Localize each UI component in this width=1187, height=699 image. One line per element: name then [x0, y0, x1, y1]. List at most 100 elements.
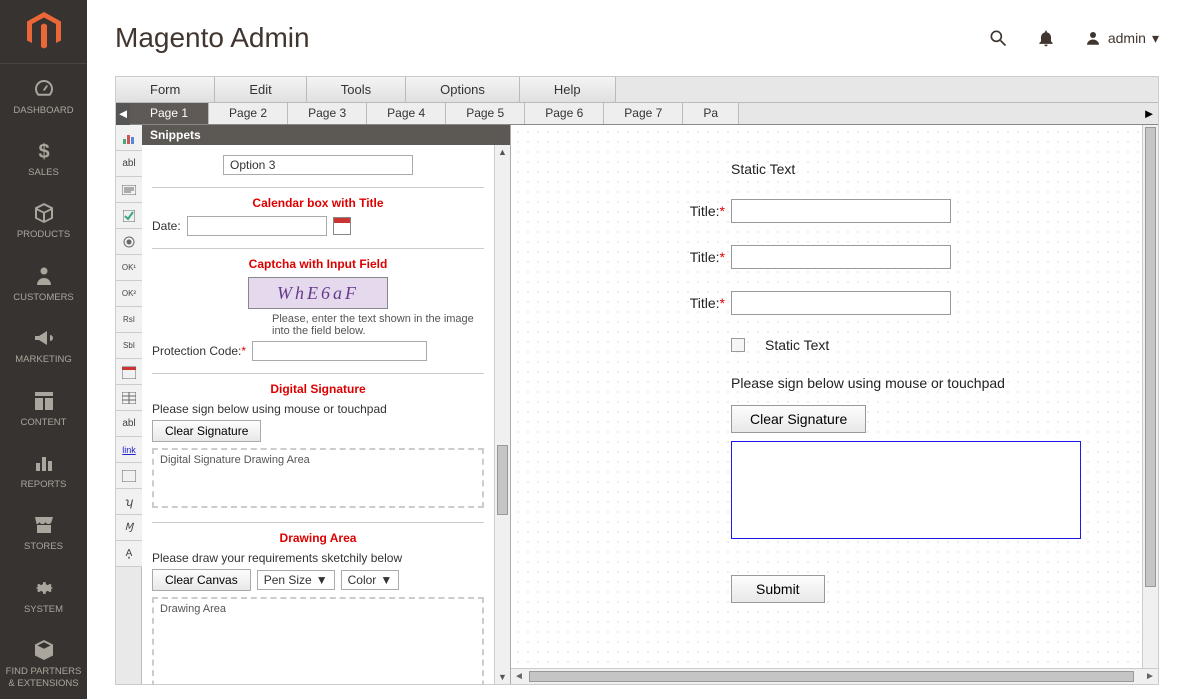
- palette-radio-icon[interactable]: [116, 229, 142, 255]
- nav-sales[interactable]: $ SALES: [0, 126, 87, 188]
- nav-system[interactable]: SYSTEM: [0, 563, 87, 625]
- canvas-horizontal-scrollbar[interactable]: ◄ ►: [511, 668, 1158, 684]
- signature-drawing-area[interactable]: Digital Signature Drawing Area: [152, 448, 484, 508]
- tab-page-7[interactable]: Page 7: [604, 103, 683, 124]
- magento-logo[interactable]: [0, 0, 87, 64]
- search-icon[interactable]: [988, 28, 1008, 48]
- palette-image-icon[interactable]: [116, 463, 142, 489]
- element-palette: abl OK¹ OK² RsI SbI abl: [116, 125, 142, 684]
- palette-checkbox-icon[interactable]: [116, 203, 142, 229]
- nav-stores[interactable]: STORES: [0, 500, 87, 562]
- palette-ac-icon[interactable]: A͓: [116, 541, 142, 567]
- bell-icon[interactable]: [1036, 28, 1056, 48]
- palette-ok2-icon[interactable]: OK²: [116, 281, 142, 307]
- palette-text-area-icon[interactable]: [116, 177, 142, 203]
- scrollbar-thumb[interactable]: [1145, 127, 1156, 587]
- canvas-checkbox[interactable]: [731, 338, 745, 352]
- scrollbar-thumb[interactable]: [497, 445, 508, 515]
- nav-dashboard[interactable]: DASHBOARD: [0, 64, 87, 126]
- snippets-header: Snippets: [142, 125, 510, 145]
- canvas-vertical-scrollbar[interactable]: [1142, 125, 1158, 668]
- scroll-up-icon[interactable]: ▲: [495, 145, 510, 159]
- tab-page-1[interactable]: Page 1: [130, 103, 209, 124]
- tab-page-2[interactable]: Page 2: [209, 103, 288, 124]
- palette-text-abl-icon[interactable]: abl: [116, 151, 142, 177]
- scrollbar-thumb[interactable]: [529, 671, 1134, 682]
- admin-user-menu[interactable]: admin ▾: [1084, 29, 1159, 47]
- form-canvas[interactable]: Static Text Title:* Title:*: [511, 125, 1142, 668]
- menu-edit[interactable]: Edit: [215, 77, 306, 102]
- nav-marketing[interactable]: MARKETING: [0, 313, 87, 375]
- nav-products[interactable]: PRODUCTS: [0, 188, 87, 250]
- scroll-right-icon[interactable]: ►: [1142, 669, 1158, 684]
- snippet-date-input[interactable]: [187, 216, 327, 236]
- tab-page-8[interactable]: Pa: [683, 103, 739, 124]
- palette-table-icon[interactable]: [116, 385, 142, 411]
- menu-help[interactable]: Help: [520, 77, 616, 102]
- snippets-scrollbar[interactable]: ▲ ▼: [494, 145, 510, 684]
- snippet-captcha[interactable]: Captcha with Input Field WhE6aF Please, …: [152, 249, 484, 374]
- builder-tabs: ◄ Page 1 Page 2 Page 3 Page 4 Page 5 Pag…: [116, 103, 1158, 125]
- canvas-signature-area[interactable]: [731, 441, 1081, 539]
- snippet-date-label: Date:: [152, 219, 181, 233]
- clear-signature-button[interactable]: Clear Signature: [152, 420, 261, 442]
- calendar-icon[interactable]: [333, 217, 351, 235]
- canvas-submit-button[interactable]: Submit: [731, 575, 825, 603]
- canvas-title-label[interactable]: Title:*: [603, 295, 731, 311]
- canvas-title-input-1[interactable]: [731, 199, 951, 223]
- nav-content[interactable]: CONTENT: [0, 376, 87, 438]
- clear-canvas-button[interactable]: Clear Canvas: [152, 569, 251, 591]
- canvas-static-text[interactable]: Static Text: [731, 161, 795, 177]
- captcha-image: WhE6aF: [248, 277, 388, 309]
- menu-tools[interactable]: Tools: [307, 77, 406, 102]
- palette-drawing-icon[interactable]: Ɱ: [116, 515, 142, 541]
- snippet-drawing[interactable]: Drawing Area Please draw your requiremen…: [152, 523, 484, 684]
- tab-scroll-right[interactable]: ►: [1140, 103, 1158, 125]
- canvas-title-input-3[interactable]: [731, 291, 951, 315]
- palette-calendar-icon[interactable]: [116, 359, 142, 385]
- tab-page-4[interactable]: Page 4: [367, 103, 446, 124]
- tab-page-5[interactable]: Page 5: [446, 103, 525, 124]
- builder-menubar: Form Edit Tools Options Help: [116, 77, 1158, 103]
- nav-customers[interactable]: CUSTOMERS: [0, 251, 87, 313]
- snippet-option-select[interactable]: Option 3: [223, 155, 413, 175]
- palette-sbl-icon[interactable]: SbI: [116, 333, 142, 359]
- drawing-area[interactable]: Drawing Area: [152, 597, 484, 684]
- nav-label: CUSTOMERS: [13, 292, 74, 303]
- palette-signature-icon[interactable]: ʮ: [116, 489, 142, 515]
- snippet-title: Calendar box with Title: [152, 196, 484, 210]
- canvas-title-label[interactable]: Title:*: [603, 203, 731, 219]
- tab-page-3[interactable]: Page 3: [288, 103, 367, 124]
- nav-label: CONTENT: [21, 417, 67, 428]
- nav-reports[interactable]: REPORTS: [0, 438, 87, 500]
- palette-link-icon[interactable]: link: [116, 437, 142, 463]
- scroll-down-icon[interactable]: ▼: [495, 670, 510, 684]
- canvas-title-label[interactable]: Title:*: [603, 249, 731, 265]
- protection-code-input[interactable]: [252, 341, 427, 361]
- palette-rs-icon[interactable]: RsI: [116, 307, 142, 333]
- snippet-calendar[interactable]: Calendar box with Title Date:: [152, 188, 484, 249]
- palette-ok1-icon[interactable]: OK¹: [116, 255, 142, 281]
- menu-form[interactable]: Form: [116, 77, 215, 102]
- canvas-clear-signature-button[interactable]: Clear Signature: [731, 405, 866, 433]
- color-select[interactable]: Color ▼: [341, 570, 400, 590]
- box-icon: [32, 201, 56, 225]
- snippet-title: Digital Signature: [152, 382, 484, 396]
- snippets-list: Option 3 Calendar box with Title Date:: [142, 145, 494, 684]
- snippet-signature[interactable]: Digital Signature Please sign below usin…: [152, 374, 484, 523]
- nav-partners[interactable]: FIND PARTNERS & EXTENSIONS: [0, 625, 87, 699]
- svg-text:$: $: [38, 141, 49, 163]
- tab-scroll-left[interactable]: ◄: [116, 103, 130, 125]
- menu-options[interactable]: Options: [406, 77, 520, 102]
- palette-bar-chart-icon[interactable]: [116, 125, 142, 151]
- canvas-static-text-2[interactable]: Static Text: [765, 337, 829, 353]
- tab-page-6[interactable]: Page 6: [525, 103, 604, 124]
- canvas-title-input-2[interactable]: [731, 245, 951, 269]
- scroll-left-icon[interactable]: ◄: [511, 669, 527, 684]
- nav-label: SALES: [28, 167, 59, 178]
- nav-label: MARKETING: [15, 354, 71, 365]
- canvas-sign-instruction[interactable]: Please sign below using mouse or touchpa…: [731, 375, 1050, 391]
- pen-size-select[interactable]: Pen Size ▼: [257, 570, 335, 590]
- person-icon: [32, 264, 56, 288]
- palette-abl2-icon[interactable]: abl: [116, 411, 142, 437]
